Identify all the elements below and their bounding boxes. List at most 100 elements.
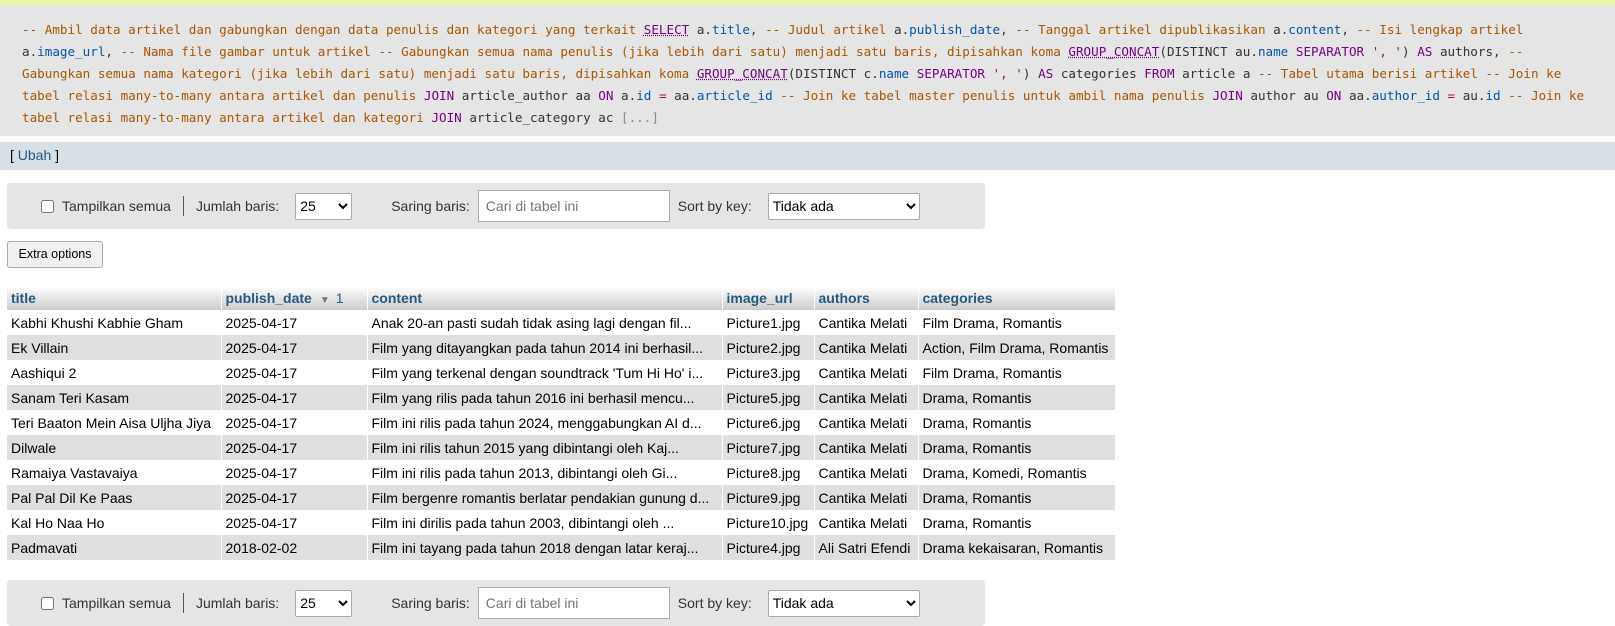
table-row[interactable]: Ramaiya Vastavaiya 2025-04-17 Film ini ril… — [7, 460, 1116, 485]
authors-cell[interactable]: Cantika Melati — [814, 460, 919, 485]
column-header-label[interactable]: publish_date — [226, 290, 312, 306]
authors-cell[interactable]: Cantika Melati — [814, 310, 919, 335]
edit-query-link[interactable]: Ubah — [18, 147, 51, 163]
content-cell[interactable]: Film yang ditayangkan pada tahun 2014 in… — [367, 335, 723, 360]
show-all-checkbox[interactable] — [41, 199, 54, 213]
content-cell[interactable]: Film ini dirilis pada tahun 2003, dibint… — [367, 510, 723, 535]
sort-by-key-select[interactable]: Tidak ada — [767, 589, 920, 617]
content-cell[interactable]: Film ini rilis pada tahun 2013, dibintan… — [367, 460, 723, 485]
content-cell[interactable]: Anak 20-an pasti sudah tidak asing lagi … — [367, 310, 723, 335]
table-row[interactable]: Kal Ho Naa Ho 2025-04-17 Film ini dirilis … — [7, 510, 1116, 535]
content-cell[interactable]: Film ini tayang pada tahun 2018 dengan l… — [367, 535, 723, 560]
title-cell[interactable]: Dilwale — [7, 435, 222, 460]
title-cell[interactable]: Kabhi Khushi Kabhie Gham — [7, 310, 222, 335]
categories-cell[interactable]: Drama, Romantis — [918, 385, 1116, 410]
title-cell[interactable]: Teri Baaton Mein Aisa Uljha Jiya — [7, 410, 222, 435]
authors-cell[interactable]: Cantika Melati — [814, 435, 919, 460]
table-row[interactable]: Aashiqui 2 2025-04-17 Film yang terkenal d… — [7, 360, 1116, 385]
categories-cell[interactable]: Drama, Romantis — [918, 435, 1116, 460]
image-url-cell[interactable]: Picture2.jpg — [722, 335, 815, 360]
publish-date-cell[interactable]: 2025-04-17 — [221, 360, 368, 385]
authors-cell[interactable]: Cantika Melati — [814, 510, 919, 535]
sql-token[interactable]: GROUP_CONCAT — [697, 66, 788, 81]
title-cell[interactable]: Ramaiya Vastavaiya — [7, 460, 222, 485]
publish-date-cell[interactable]: 2025-04-17 — [221, 335, 368, 360]
title-cell[interactable]: Pal Pal Dil Ke Paas — [7, 485, 222, 510]
table-row[interactable]: Padmavati 2018-02-02 Film ini tayang pada … — [7, 535, 1116, 560]
table-row[interactable]: Ek Villain 2025-04-17 Film yang ditayangka… — [7, 335, 1116, 360]
content-cell[interactable]: Film ini rilis pada tahun 2024, menggabu… — [367, 410, 723, 435]
categories-cell[interactable]: Action, Film Drama, Romantis — [918, 335, 1116, 360]
table-row[interactable]: Teri Baaton Mein Aisa Uljha Jiya 2025-04-… — [7, 410, 1116, 435]
sql-token: aa. — [1341, 88, 1372, 103]
rows-per-page-select[interactable]: 25 — [295, 192, 353, 220]
publish-date-cell[interactable]: 2025-04-17 — [221, 435, 368, 460]
show-all-checkbox[interactable] — [41, 596, 54, 610]
categories-cell[interactable]: Drama, Komedi, Romantis — [918, 460, 1116, 485]
image-url-cell[interactable]: Picture8.jpg — [722, 460, 815, 485]
categories-cell[interactable]: Drama, Romantis — [918, 510, 1116, 535]
authors-cell[interactable]: Cantika Melati — [814, 485, 919, 510]
authors-cell[interactable]: Cantika Melati — [814, 410, 919, 435]
column-header-label[interactable]: title — [11, 290, 36, 306]
content-cell[interactable]: Film bergenre romantis berlatar pendakia… — [367, 485, 723, 510]
rows-per-page-select[interactable]: 25 — [295, 589, 353, 617]
column-header-title[interactable]: title — [7, 286, 222, 310]
authors-cell[interactable]: Cantika Melati — [814, 360, 919, 385]
categories-cell[interactable]: Drama kekaisaran, Romantis — [918, 535, 1116, 560]
column-header-publish-date[interactable]: publish_date ▼ 1 — [221, 286, 368, 310]
table-row[interactable]: Pal Pal Dil Ke Paas 2025-04-17 Film bergen… — [7, 485, 1116, 510]
image-url-cell[interactable]: Picture4.jpg — [722, 535, 815, 560]
title-cell[interactable]: Padmavati — [7, 535, 222, 560]
image-url-cell[interactable]: Picture3.jpg — [722, 360, 815, 385]
publish-date-cell[interactable]: 2018-02-02 — [221, 535, 368, 560]
column-header-categories[interactable]: categories — [918, 286, 1116, 310]
image-url-cell[interactable]: Picture6.jpg — [722, 410, 815, 435]
sort-descending-icon[interactable]: ▼ — [320, 295, 330, 306]
column-header-image-url[interactable]: image_url — [722, 286, 815, 310]
authors-cell[interactable]: Cantika Melati — [814, 335, 919, 360]
content-cell[interactable]: Film yang rilis pada tahun 2016 ini berh… — [367, 385, 723, 410]
authors-cell[interactable]: Cantika Melati — [814, 385, 919, 410]
sql-token: article a — [1174, 66, 1258, 81]
column-header-label[interactable]: categories — [923, 290, 993, 306]
title-cell[interactable]: Aashiqui 2 — [7, 360, 222, 385]
image-url-cell[interactable]: Picture7.jpg — [722, 435, 815, 460]
content-cell[interactable]: Film ini rilis tahun 2015 yang dibintang… — [367, 435, 723, 460]
sql-expand-link[interactable]: [...] — [621, 110, 659, 125]
table-row[interactable]: Sanam Teri Kasam 2025-04-17 Film yang rili… — [7, 385, 1116, 410]
publish-date-cell[interactable]: 2025-04-17 — [221, 485, 368, 510]
authors-cell[interactable]: Ali Satri Efendi — [814, 535, 919, 560]
filter-rows-input[interactable] — [477, 587, 670, 619]
categories-cell[interactable]: Drama, Romantis — [918, 410, 1116, 435]
column-header-label[interactable]: image_url — [727, 290, 793, 306]
sql-token: SEPARATOR — [1288, 44, 1372, 59]
title-cell[interactable]: Ek Villain — [7, 335, 222, 360]
column-header-label[interactable]: authors — [819, 290, 870, 306]
sort-by-key-select[interactable]: Tidak ada — [767, 192, 920, 220]
filter-rows-input[interactable] — [477, 190, 670, 222]
sql-token[interactable]: SELECT — [644, 22, 690, 37]
table-row[interactable]: Kabhi Khushi Kabhie Gham 2025-04-17 Anak 2… — [7, 310, 1116, 335]
column-header-label[interactable]: content — [372, 290, 423, 306]
publish-date-cell[interactable]: 2025-04-17 — [221, 510, 368, 535]
title-cell[interactable]: Sanam Teri Kasam — [7, 385, 222, 410]
column-header-authors[interactable]: authors — [814, 286, 919, 310]
categories-cell[interactable]: Film Drama, Romantis — [918, 310, 1116, 335]
publish-date-cell[interactable]: 2025-04-17 — [221, 385, 368, 410]
image-url-cell[interactable]: Picture5.jpg — [722, 385, 815, 410]
sql-token[interactable]: GROUP_CONCAT — [1068, 44, 1159, 59]
image-url-cell[interactable]: Picture1.jpg — [722, 310, 815, 335]
extra-options-button[interactable]: Extra options — [7, 241, 103, 268]
content-cell[interactable]: Film yang terkenal dengan soundtrack 'Tu… — [367, 360, 723, 385]
title-cell[interactable]: Kal Ho Naa Ho — [7, 510, 222, 535]
publish-date-cell[interactable]: 2025-04-17 — [221, 460, 368, 485]
column-header-content[interactable]: content — [367, 286, 723, 310]
image-url-cell[interactable]: Picture9.jpg — [722, 485, 815, 510]
categories-cell[interactable]: Film Drama, Romantis — [918, 360, 1116, 385]
publish-date-cell[interactable]: 2025-04-17 — [221, 410, 368, 435]
image-url-cell[interactable]: Picture10.jpg — [722, 510, 815, 535]
table-row[interactable]: Dilwale 2025-04-17 Film ini rilis tahun 20… — [7, 435, 1116, 460]
publish-date-cell[interactable]: 2025-04-17 — [221, 310, 368, 335]
categories-cell[interactable]: Drama, Romantis — [918, 485, 1116, 510]
